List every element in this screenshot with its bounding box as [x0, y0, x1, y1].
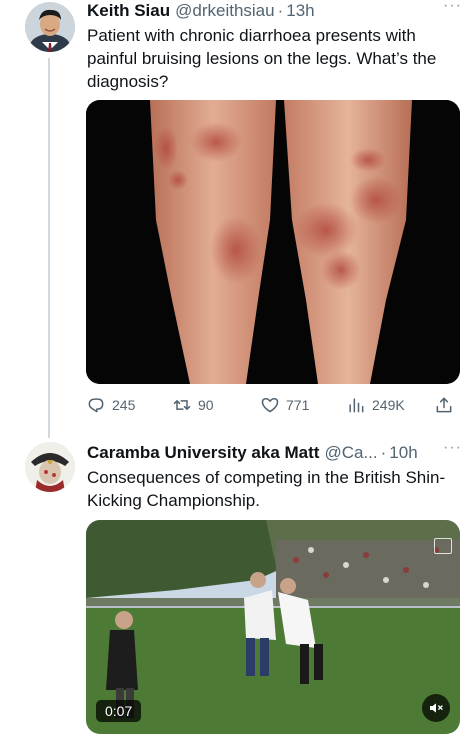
- tweet-text: Patient with chronic diarrhoea presents …: [87, 26, 437, 91]
- tweet-time[interactable]: 10h: [389, 443, 417, 463]
- avatar[interactable]: [25, 442, 75, 492]
- tweet-video[interactable]: 0:07: [86, 520, 460, 734]
- tweet-actions: 245 90 771 249K: [86, 392, 460, 418]
- video-duration: 0:07: [96, 700, 142, 722]
- views-count: 249K: [372, 397, 405, 413]
- retweet-icon: [173, 400, 191, 410]
- tweet-header: Caramba University aka Matt @Ca... · 10h…: [87, 439, 462, 464]
- tweet[interactable]: Caramba University aka Matt @Ca... · 10h…: [0, 432, 474, 738]
- more-options-icon[interactable]: ···: [443, 0, 462, 15]
- views-icon: [349, 398, 364, 413]
- share-button[interactable]: [434, 395, 460, 415]
- author-name[interactable]: Caramba University aka Matt: [87, 443, 319, 463]
- author-handle[interactable]: @Ca...: [324, 443, 377, 463]
- like-icon: [261, 398, 279, 413]
- tweet-image[interactable]: [86, 100, 460, 384]
- tweet[interactable]: Keith Siau @drkeithsiau · 13h ··· Patien…: [0, 0, 474, 430]
- tweet-header: Keith Siau @drkeithsiau · 13h ···: [87, 0, 462, 22]
- mute-icon: [430, 703, 443, 713]
- broadcast-badge-icon: [434, 538, 452, 554]
- separator-dot: ·: [380, 443, 387, 462]
- share-icon: [436, 397, 452, 413]
- like-count: 771: [286, 397, 310, 413]
- avatar[interactable]: [25, 2, 75, 52]
- author-name[interactable]: Keith Siau: [87, 1, 170, 21]
- author-handle[interactable]: @drkeithsiau: [175, 1, 274, 21]
- mute-button[interactable]: [422, 694, 450, 722]
- reply-count: 245: [112, 397, 136, 413]
- retweet-button[interactable]: 90: [172, 395, 214, 415]
- like-button[interactable]: 771: [260, 395, 309, 415]
- tweet-text: Consequences of competing in the British…: [87, 468, 446, 510]
- more-options-icon[interactable]: ···: [443, 439, 462, 457]
- reply-button[interactable]: 245: [86, 395, 135, 415]
- tweet-time[interactable]: 13h: [286, 1, 314, 21]
- separator-dot: ·: [277, 1, 284, 20]
- retweet-count: 90: [198, 397, 214, 413]
- reply-icon: [88, 398, 104, 413]
- views-button[interactable]: 249K: [346, 395, 405, 415]
